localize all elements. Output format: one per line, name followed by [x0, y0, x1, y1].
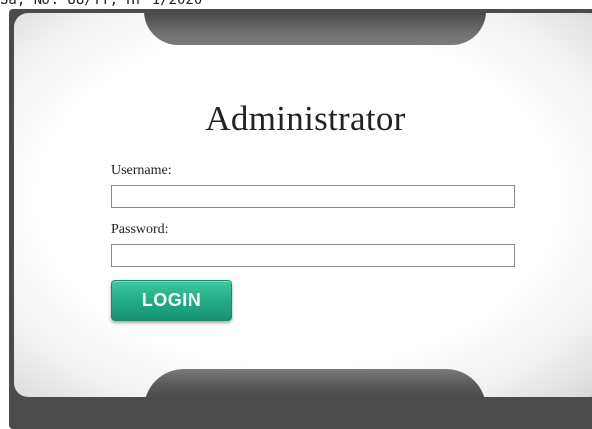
- page-title: Administrator: [205, 99, 406, 138]
- bottom-decorative-tab: [144, 369, 486, 397]
- login-button[interactable]: LOGIN: [111, 280, 232, 321]
- login-panel: Administrator Username: Password: LOGIN: [14, 13, 592, 397]
- username-label: Username:: [111, 163, 172, 178]
- top-decorative-tab: [144, 13, 486, 45]
- header-strip: Sá, Nơ: 88/TT, Hr 1/2020: [0, 0, 592, 9]
- header-strip-text: Sá, Nơ: 88/TT, Hr 1/2020: [0, 0, 203, 8]
- password-label: Password:: [111, 222, 169, 237]
- password-input[interactable]: [111, 244, 515, 267]
- login-frame: Administrator Username: Password: LOGIN: [9, 9, 592, 429]
- username-input[interactable]: [111, 185, 515, 208]
